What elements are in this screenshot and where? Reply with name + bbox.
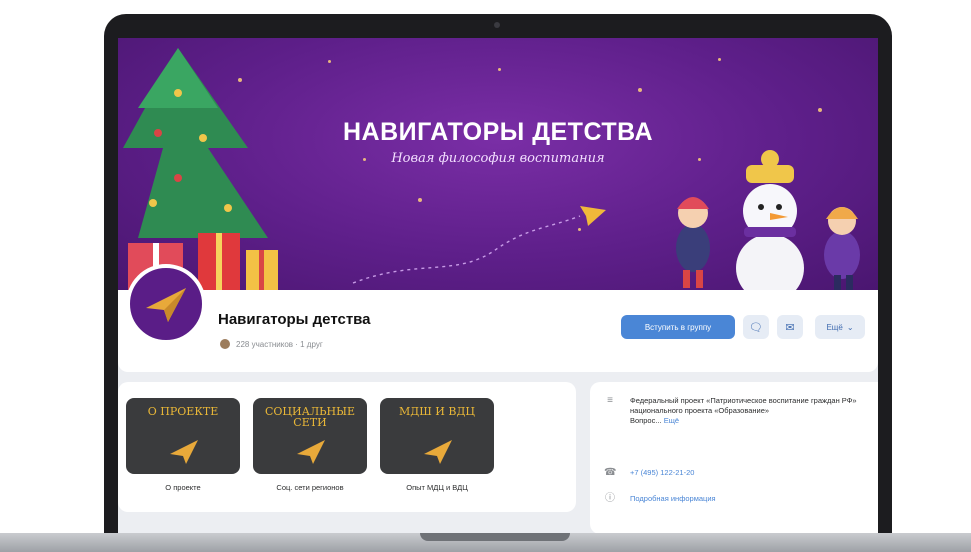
info-circle-icon: ⓘ: [605, 493, 615, 504]
snowflake: [498, 68, 501, 71]
description-body: Федеральный проект «Патриотическое воспи…: [630, 396, 857, 415]
snowflake: [818, 108, 822, 112]
details-row: ⓘ Подробная информация: [604, 494, 716, 504]
laptop-notch: [420, 533, 570, 541]
snowflake: [718, 58, 721, 61]
more-button[interactable]: Ещё ⌄: [815, 315, 865, 339]
group-header: Навигаторы детства 228 участников · 1 др…: [118, 264, 878, 372]
friend-avatar-icon: [220, 339, 230, 349]
menu-lines-icon: ≡: [607, 395, 613, 406]
tile-label[interactable]: Опыт МДЦ и ВДЦ: [380, 483, 494, 492]
tile-label[interactable]: Соц. сети регионов: [253, 483, 367, 492]
tile-mdc-vdc[interactable]: МДШ и ВДЦ: [380, 398, 494, 474]
links-panel: О проекте О проекте Социальные сети Соц.…: [118, 382, 576, 512]
group-members[interactable]: 228 участников · 1 друг: [220, 339, 323, 349]
paper-plane-trail: [352, 206, 606, 284]
laptop-frame: НАВИГАТОРЫ ДЕТСТВА Новая философия воспи…: [104, 14, 892, 540]
description-row: ≡ Федеральный проект «Патриотическое вос…: [604, 396, 866, 426]
envelope-icon[interactable]: ✉: [777, 315, 803, 339]
join-group-button[interactable]: Вступить в группу: [621, 315, 735, 339]
members-count: 228 участников · 1 друг: [236, 339, 323, 349]
details-link[interactable]: Подробная информация: [630, 494, 716, 504]
cover-subtitle: Новая философия воспитания: [391, 151, 605, 166]
description-text: Федеральный проект «Патриотическое воспи…: [630, 396, 866, 426]
chevron-down-icon: ⌄: [846, 322, 854, 332]
snowman-kids-illustration: [676, 150, 860, 290]
show-more-link[interactable]: Ещё: [664, 416, 679, 425]
paper-plane-icon: [146, 288, 186, 322]
group-avatar[interactable]: [126, 264, 206, 344]
tile-title: О проекте: [147, 405, 219, 418]
christmas-tree-illustration: [123, 48, 278, 290]
tile-title: Социальные сети: [265, 405, 355, 429]
info-panel: ≡ Федеральный проект «Патриотическое вос…: [590, 382, 878, 534]
paper-plane-icon: [297, 440, 325, 464]
snowflake: [328, 60, 331, 63]
phone-icon: ☎: [604, 467, 617, 478]
tile-title: МДШ и ВДЦ: [399, 405, 475, 418]
tile-social-networks[interactable]: Социальные сети: [253, 398, 367, 474]
paper-plane-icon: [424, 440, 452, 464]
cover-banner: НАВИГАТОРЫ ДЕТСТВА Новая философия воспи…: [118, 38, 878, 290]
group-name: Навигаторы детства: [218, 311, 371, 328]
snowflake: [638, 88, 642, 92]
phone-number[interactable]: +7 (495) 122-21-20: [630, 468, 694, 478]
screen: НАВИГАТОРЫ ДЕТСТВА Новая философия воспи…: [118, 38, 878, 534]
paper-plane-icon: [580, 206, 606, 226]
webcam: [494, 22, 500, 28]
phone-row: ☎ +7 (495) 122-21-20: [604, 468, 694, 478]
paper-plane-icon: [170, 440, 198, 464]
tile-label[interactable]: О проекте: [126, 483, 240, 492]
tile-about-project[interactable]: О проекте: [126, 398, 240, 474]
description-tail: Вопрос...: [630, 416, 662, 425]
more-label: Ещё: [826, 322, 843, 332]
chat-bubble-icon[interactable]: 🗨: [743, 315, 769, 339]
cover-title: НАВИГАТОРЫ ДЕТСТВА: [342, 118, 654, 146]
